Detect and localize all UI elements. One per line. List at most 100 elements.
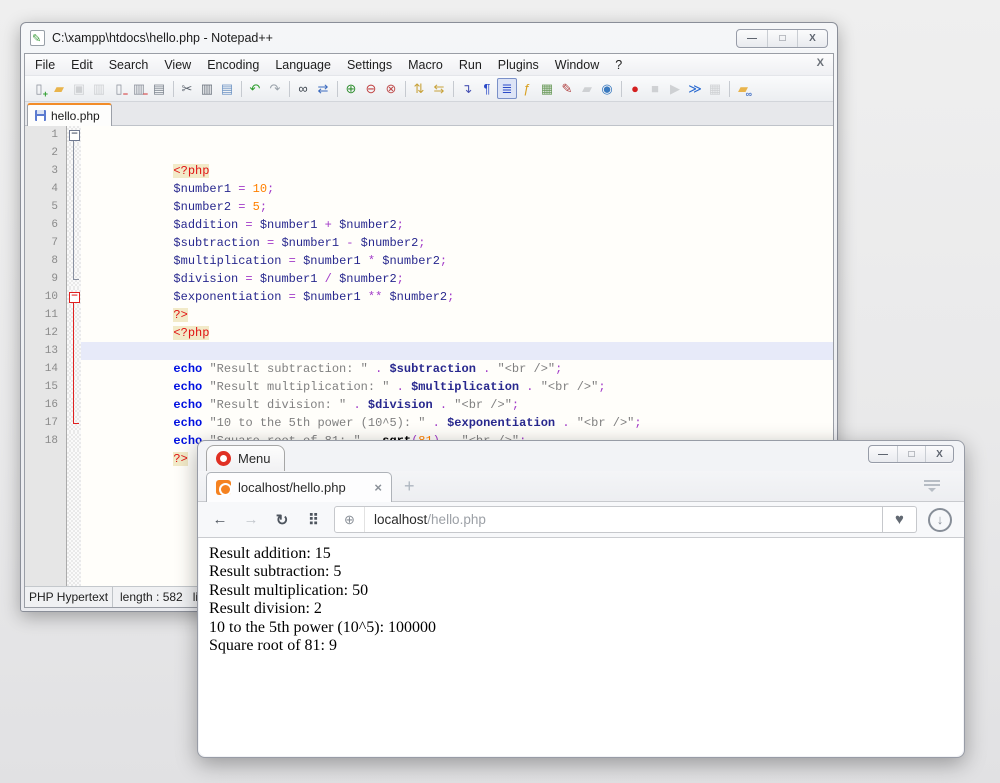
fold-marker[interactable] (67, 126, 81, 144)
new-file-button[interactable]: ▯ + (29, 78, 49, 99)
replace-button[interactable]: ⇄ (313, 78, 333, 99)
menu-item-run[interactable]: Run (451, 55, 490, 75)
maximize-button[interactable]: □ (767, 30, 797, 47)
code-line[interactable]: 9 ?> (25, 270, 833, 288)
folder-as-workspace-button[interactable]: ▰ (577, 78, 597, 99)
menu-item-view[interactable]: View (156, 55, 199, 75)
code-line[interactable]: 17 ?> (25, 414, 833, 432)
speed-dial-icon[interactable]: ⠿ (303, 511, 323, 529)
save-button[interactable]: ▣ (69, 78, 89, 99)
undo-button[interactable]: ↶ (245, 78, 265, 99)
macro-run-multiple-button[interactable]: ≫ (685, 78, 705, 99)
fold-marker[interactable] (67, 306, 81, 324)
menu-item-plugins[interactable]: Plugins (490, 55, 547, 75)
fold-marker[interactable] (67, 144, 81, 162)
minimize-button[interactable]: — (737, 30, 767, 47)
url-input[interactable]: ⊕ localhost/hello.php (334, 506, 883, 533)
separator[interactable] (449, 78, 457, 99)
maximize-button[interactable]: □ (897, 446, 925, 462)
download-button[interactable]: ↓ (928, 508, 952, 532)
menu-item-search[interactable]: Search (101, 55, 157, 75)
new-tab-button[interactable]: + (404, 476, 415, 497)
code-line[interactable]: 1 <?php (25, 126, 833, 144)
opera-title-bar[interactable]: Menu — □ X (198, 441, 964, 471)
open-containing-folder-button[interactable]: ▰ ∞ (733, 78, 753, 99)
close-button[interactable]: X (797, 30, 827, 47)
code-line[interactable]: 16 echo "Square root of 81: " . sqrt(81)… (25, 396, 833, 414)
opera-menu-button[interactable]: Menu (206, 445, 285, 471)
code-line[interactable]: 5 $subtraction = $number1 - $number2; (25, 198, 833, 216)
menu-item-edit[interactable]: Edit (63, 55, 101, 75)
fold-marker[interactable] (67, 270, 81, 288)
separator[interactable] (333, 78, 341, 99)
copy-button[interactable]: ▥ (197, 78, 217, 99)
fold-marker[interactable] (67, 216, 81, 234)
menu-item-file[interactable]: File (27, 55, 63, 75)
fold-marker[interactable] (67, 162, 81, 180)
close-document-icon[interactable]: X (817, 57, 824, 69)
show-all-characters-button[interactable]: ¶ (477, 78, 497, 99)
fold-marker[interactable] (67, 360, 81, 378)
tab-close-icon[interactable]: × (374, 480, 382, 495)
separator[interactable] (169, 78, 177, 99)
menu-item-macro[interactable]: Macro (400, 55, 451, 75)
close-all-button[interactable]: ▥ − (129, 78, 149, 99)
bookmark-heart-button[interactable]: ♥ (883, 506, 917, 533)
zoom-in-button[interactable]: ⊕ (341, 78, 361, 99)
separator[interactable] (285, 78, 293, 99)
code-line[interactable]: 15 echo "10 to the 5th power (10^5): " .… (25, 378, 833, 396)
code-line[interactable]: 8 $exponentiation = $number1 ** $number2… (25, 252, 833, 270)
zoom-out-button[interactable]: ⊖ (361, 78, 381, 99)
code-line[interactable]: 13 echo "Result multiplication: " . $mul… (25, 342, 833, 360)
fold-marker[interactable] (67, 342, 81, 360)
fold-marker[interactable] (67, 414, 81, 432)
fold-marker[interactable] (67, 252, 81, 270)
close-file-button[interactable]: ▯ − (109, 78, 129, 99)
print-button[interactable]: ▤ (149, 78, 169, 99)
document-map-button[interactable]: ▦ (537, 78, 557, 99)
minimize-button[interactable]: — (869, 446, 897, 462)
macro-save-button[interactable]: ▦ (705, 78, 725, 99)
open-file-button[interactable]: ▰ (49, 78, 69, 99)
menu-item-window[interactable]: Window (547, 55, 607, 75)
macro-stop-button[interactable]: ■ (645, 78, 665, 99)
fold-marker[interactable] (67, 288, 81, 306)
close-button[interactable]: X (925, 446, 953, 462)
notepad-title-bar[interactable]: C:\xampp\htdocs\hello.php - Notepad++ (21, 23, 837, 53)
fold-marker[interactable] (67, 378, 81, 396)
code-line[interactable]: 4 $addition = $number1 + $number2; (25, 180, 833, 198)
menu-item-help[interactable]: ? (607, 55, 630, 75)
function-completion-button[interactable]: ƒ (517, 78, 537, 99)
reload-button[interactable]: ↻ (272, 511, 292, 529)
code-line[interactable]: 3 $number2 = 5; (25, 162, 833, 180)
fold-marker[interactable] (67, 324, 81, 342)
fold-marker[interactable] (67, 180, 81, 198)
sync-vertical-button[interactable]: ⇅ (409, 78, 429, 99)
separator[interactable] (617, 78, 625, 99)
menu-item-settings[interactable]: Settings (339, 55, 400, 75)
tab-menu-icon[interactable] (924, 480, 940, 492)
macro-play-button[interactable]: ▶ (665, 78, 685, 99)
code-line[interactable]: 11 echo "Result addition: " . $addition … (25, 306, 833, 324)
code-line[interactable]: 14 echo "Result division: " . $division … (25, 360, 833, 378)
code-line[interactable]: 12 echo "Result subtraction: " . $subtra… (25, 324, 833, 342)
fold-marker[interactable] (67, 432, 81, 450)
word-wrap-button[interactable]: ↴ (457, 78, 477, 99)
code-line[interactable]: 10 <?php (25, 288, 833, 306)
tab-hello-php[interactable]: hello.php (27, 103, 112, 126)
save-all-button[interactable]: ▥ (89, 78, 109, 99)
code-line[interactable]: 7 $division = $number1 / $number2; (25, 234, 833, 252)
find-button[interactable]: ∞ (293, 78, 313, 99)
separator[interactable] (237, 78, 245, 99)
cut-button[interactable]: ✂ (177, 78, 197, 99)
separator[interactable] (725, 78, 733, 99)
fold-marker[interactable] (67, 234, 81, 252)
forward-button[interactable]: → (241, 511, 261, 528)
macro-record-button[interactable]: ● (625, 78, 645, 99)
tab-localhost-hello-php[interactable]: localhost/hello.php × (206, 472, 392, 502)
monitoring-button[interactable]: ◉ (597, 78, 617, 99)
back-button[interactable]: ← (210, 511, 230, 528)
redo-button[interactable]: ↷ (265, 78, 285, 99)
paste-button[interactable]: ▤ (217, 78, 237, 99)
indent-guide-button[interactable]: ≣ (497, 78, 517, 99)
